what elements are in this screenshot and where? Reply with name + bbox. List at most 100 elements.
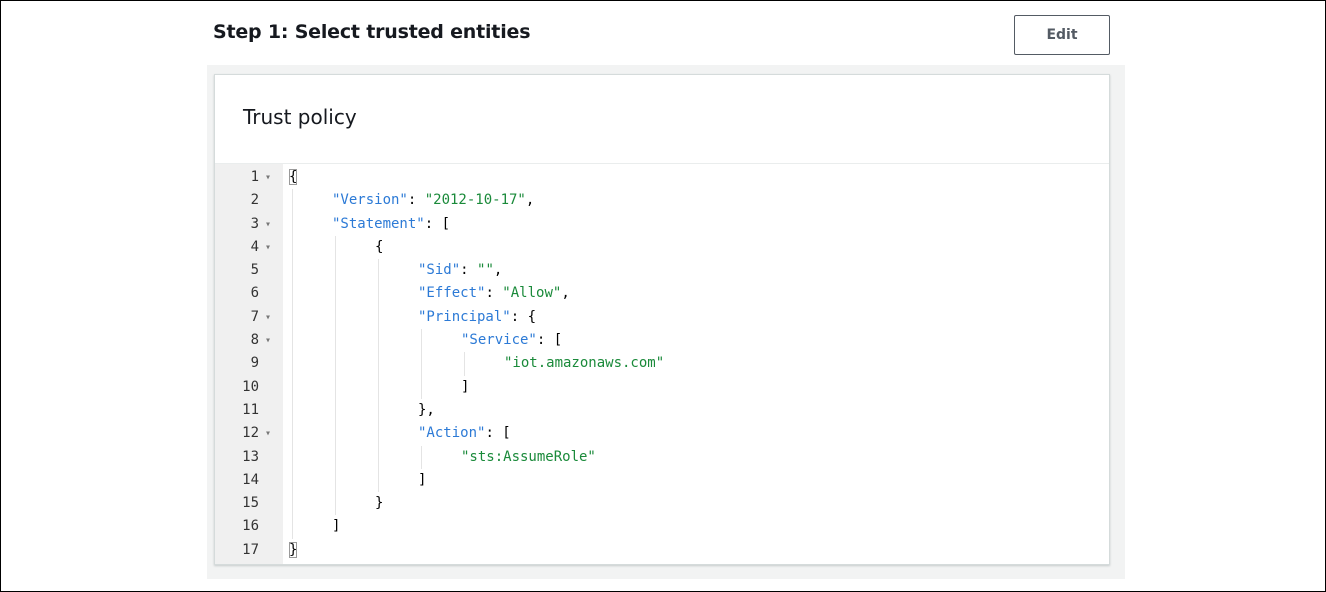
- code-line: 17}: [215, 539, 1109, 562]
- code-text: },: [418, 399, 435, 422]
- code-text: "Service": [: [461, 329, 562, 352]
- code-line: 13 "sts:AssumeRole": [215, 446, 1109, 469]
- line-number: 9: [250, 355, 259, 372]
- code-text: }: [289, 539, 298, 562]
- json-punctuation: : [: [485, 425, 511, 442]
- code-text: "Statement": [: [332, 213, 450, 236]
- section-title: Step 1: Select trusted entities: [213, 21, 531, 43]
- code-line: 5 "Sid": "",: [215, 259, 1109, 282]
- indent-guide: [378, 259, 379, 493]
- code-line: 14]: [215, 469, 1109, 492]
- json-string: "": [477, 262, 494, 279]
- caret-down-icon[interactable]: ▾: [261, 422, 275, 445]
- code-line: 3 ▾ "Statement": [: [215, 213, 1109, 236]
- json-punctuation: },: [418, 401, 435, 418]
- indent-guide: [421, 329, 422, 399]
- json-string: "iot.amazonaws.com": [504, 355, 665, 372]
- indent-guide: [292, 189, 293, 539]
- code-line: 10]: [215, 376, 1109, 399]
- json-string: "Allow": [502, 285, 562, 302]
- indent-guide: [421, 445, 422, 469]
- caret-down-icon[interactable]: ▾: [261, 213, 275, 236]
- json-key: "Version": [332, 192, 408, 209]
- line-number: 12: [242, 425, 259, 442]
- json-key: "Service": [461, 332, 537, 349]
- json-key: "Action": [418, 425, 486, 442]
- code-text: "Action": [: [418, 422, 511, 445]
- code-line: 15}: [215, 492, 1109, 515]
- code-text: ]: [461, 376, 469, 399]
- json-punctuation: : {: [510, 308, 537, 325]
- json-key: "Effect": [418, 285, 486, 302]
- code-line: 8 ▾ "Service": [: [215, 329, 1109, 352]
- code-text: ]: [332, 515, 340, 538]
- caret-down-icon[interactable]: ▾: [261, 166, 275, 189]
- code-text: "Principal": {: [418, 306, 536, 329]
- code-text: "iot.amazonaws.com": [504, 352, 664, 375]
- code-text: "Sid": "",: [418, 259, 502, 282]
- line-number: 14: [242, 471, 259, 488]
- line-number: 16: [242, 518, 259, 535]
- card-header: Trust policy: [215, 75, 1109, 164]
- code-lines: 1 ▾{2 "Version": "2012-10-17", 3 ▾ "Statement…: [215, 166, 1109, 562]
- json-key: "Principal": [418, 308, 511, 325]
- code-text: ]: [418, 469, 426, 492]
- line-number: 15: [242, 495, 259, 512]
- caret-down-icon[interactable]: ▾: [261, 306, 275, 329]
- indent-guide: [464, 352, 465, 376]
- json-punctuation: ,: [525, 192, 535, 209]
- line-number: 1: [250, 169, 259, 185]
- code-line: 16]: [215, 515, 1109, 538]
- indent-guide: [335, 235, 336, 516]
- json-punctuation: ]: [332, 518, 341, 535]
- code-text: }: [375, 492, 383, 515]
- code-text: "Version": "2012-10-17",: [332, 189, 534, 212]
- line-number: 3: [250, 215, 259, 232]
- json-punctuation: :: [460, 262, 478, 279]
- code-text: {: [289, 166, 298, 189]
- json-punctuation: : [: [536, 332, 563, 349]
- json-punctuation: {: [289, 169, 298, 185]
- json-string: "2012-10-17": [424, 192, 526, 209]
- line-number: 6: [250, 285, 259, 302]
- window-frame: Step 1: Select trusted entities Edit Tru…: [0, 0, 1326, 592]
- line-number: 8: [250, 332, 259, 349]
- json-punctuation: ,: [493, 262, 503, 279]
- caret-down-icon[interactable]: ▾: [261, 236, 275, 259]
- code-line: 7 ▾ "Principal": {: [215, 306, 1109, 329]
- json-punctuation: ,: [561, 285, 570, 302]
- code-text: "Effect": "Allow",: [418, 282, 570, 305]
- card-title: Trust policy: [243, 105, 357, 129]
- line-number: 13: [242, 448, 259, 465]
- code-line: 6 "Effect": "Allow",: [215, 282, 1109, 305]
- line-number: 2: [250, 192, 259, 209]
- line-number: 5: [250, 262, 259, 279]
- code-editor[interactable]: 1 ▾{2 "Version": "2012-10-17", 3 ▾ "Statement…: [215, 164, 1109, 564]
- code-line: 4 ▾ {: [215, 236, 1109, 259]
- line-number: 11: [242, 401, 259, 418]
- code-text: {: [375, 236, 383, 259]
- json-punctuation: :: [485, 285, 503, 302]
- code-line: 2 "Version": "2012-10-17",: [215, 189, 1109, 212]
- json-punctuation: {: [375, 238, 384, 255]
- json-punctuation: }: [375, 495, 384, 512]
- json-punctuation: :: [407, 192, 425, 209]
- line-number: 7: [250, 308, 259, 325]
- caret-down-icon[interactable]: ▾: [261, 329, 275, 352]
- edit-button[interactable]: Edit: [1014, 15, 1110, 55]
- line-number: 17: [242, 541, 259, 558]
- json-key: "Statement": [332, 215, 425, 232]
- code-line: 12 ▾ "Action": [: [215, 422, 1109, 445]
- trust-policy-card: Trust policy 1 ▾{2 "Version": "2012-10-17"…: [214, 74, 1110, 565]
- json-punctuation: : [: [424, 215, 451, 232]
- json-punctuation: }: [289, 541, 298, 558]
- json-punctuation: ]: [418, 471, 427, 488]
- json-punctuation: ]: [461, 378, 470, 395]
- json-key: "Sid": [418, 262, 461, 279]
- line-number: 4: [250, 238, 259, 255]
- code-line: 1 ▾ {: [215, 166, 1109, 189]
- code-line: 9 "iot.amazonaws.com": [215, 352, 1109, 375]
- code-text: "sts:AssumeRole": [461, 446, 596, 469]
- code-line: 11},: [215, 399, 1109, 422]
- line-number: 10: [242, 378, 259, 395]
